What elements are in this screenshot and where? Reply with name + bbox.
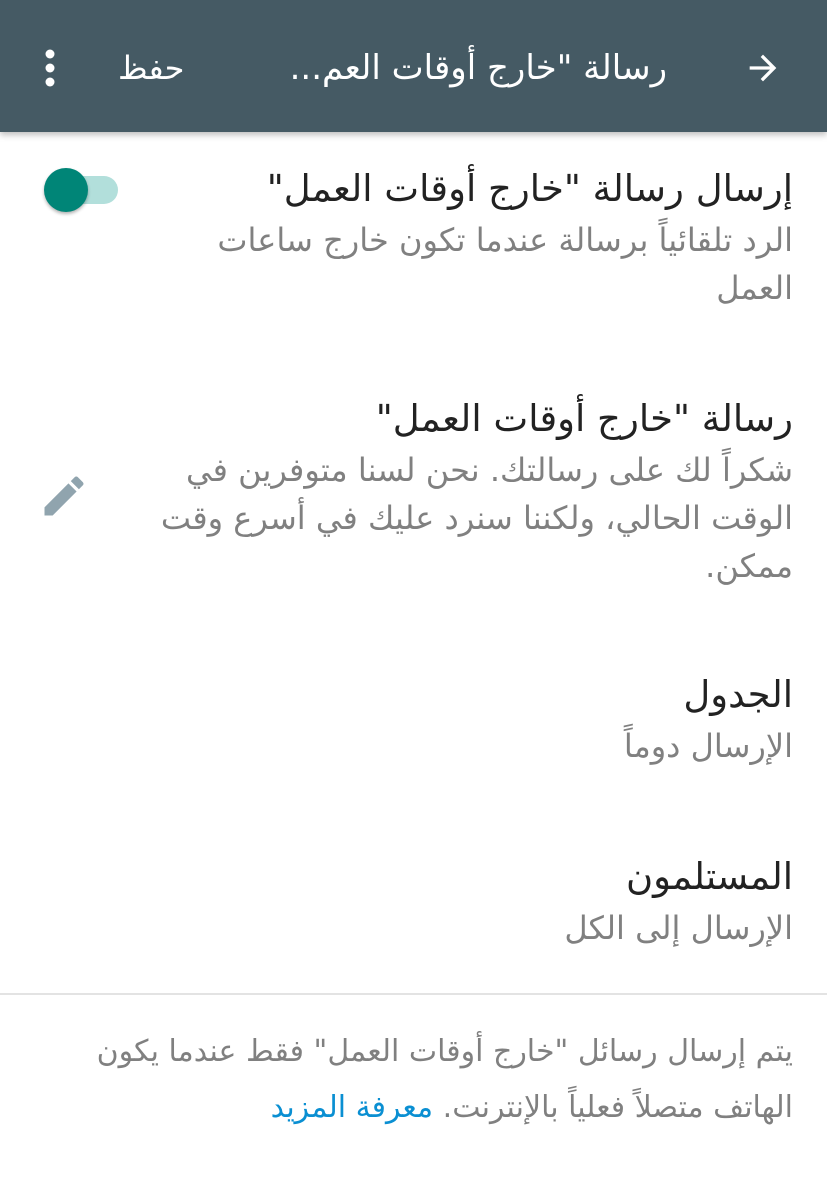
- divider: [0, 993, 827, 995]
- recipients-title: المستلمون: [625, 855, 793, 898]
- save-button[interactable]: حفظ: [118, 40, 184, 96]
- auto-reply-description: الرد تلقائياً برسالة عندما تكون خارج ساع…: [217, 221, 793, 307]
- toggle-thumb: [44, 168, 88, 212]
- auto-reply-toggle[interactable]: [44, 168, 120, 212]
- footer-note-text: يتم إرسال رسائل "خارج أوقات العمل" فقط ع…: [96, 1034, 793, 1125]
- schedule-title: الجدول: [683, 673, 793, 716]
- schedule-setting[interactable]: الجدول الإرسال دوماً: [153, 668, 793, 770]
- page-title: رسالة "خارج أوقات العم...: [289, 48, 667, 88]
- arrow-right-icon: [749, 54, 777, 82]
- footer-note: يتم إرسال رسائل "خارج أوقات العمل" فقط ع…: [23, 1024, 793, 1136]
- back-button[interactable]: [737, 42, 789, 94]
- pencil-icon: [44, 476, 84, 516]
- auto-reply-title: إرسال رسالة "خارج أوقات العمل": [266, 167, 793, 210]
- recipients-setting[interactable]: المستلمون الإرسال إلى الكل: [153, 850, 793, 952]
- more-vert-icon: [45, 49, 55, 87]
- recipients-value: الإرسال إلى الكل: [564, 909, 793, 947]
- message-title: رسالة "خارج أوقات العمل": [375, 397, 793, 440]
- learn-more-link[interactable]: معرفة المزيد: [271, 1090, 434, 1125]
- message-setting[interactable]: رسالة "خارج أوقات العمل" شكراً لك على رس…: [153, 392, 793, 590]
- message-text: شكراً لك على رسالتك. نحن لسنا متوفرين في…: [160, 451, 793, 585]
- app-bar: رسالة "خارج أوقات العم... حفظ: [0, 0, 827, 132]
- overflow-menu-button[interactable]: [30, 40, 70, 96]
- auto-reply-setting[interactable]: إرسال رسالة "خارج أوقات العمل" الرد تلقا…: [143, 162, 793, 312]
- edit-message-button[interactable]: [38, 470, 90, 522]
- schedule-value: الإرسال دوماً: [623, 727, 793, 765]
